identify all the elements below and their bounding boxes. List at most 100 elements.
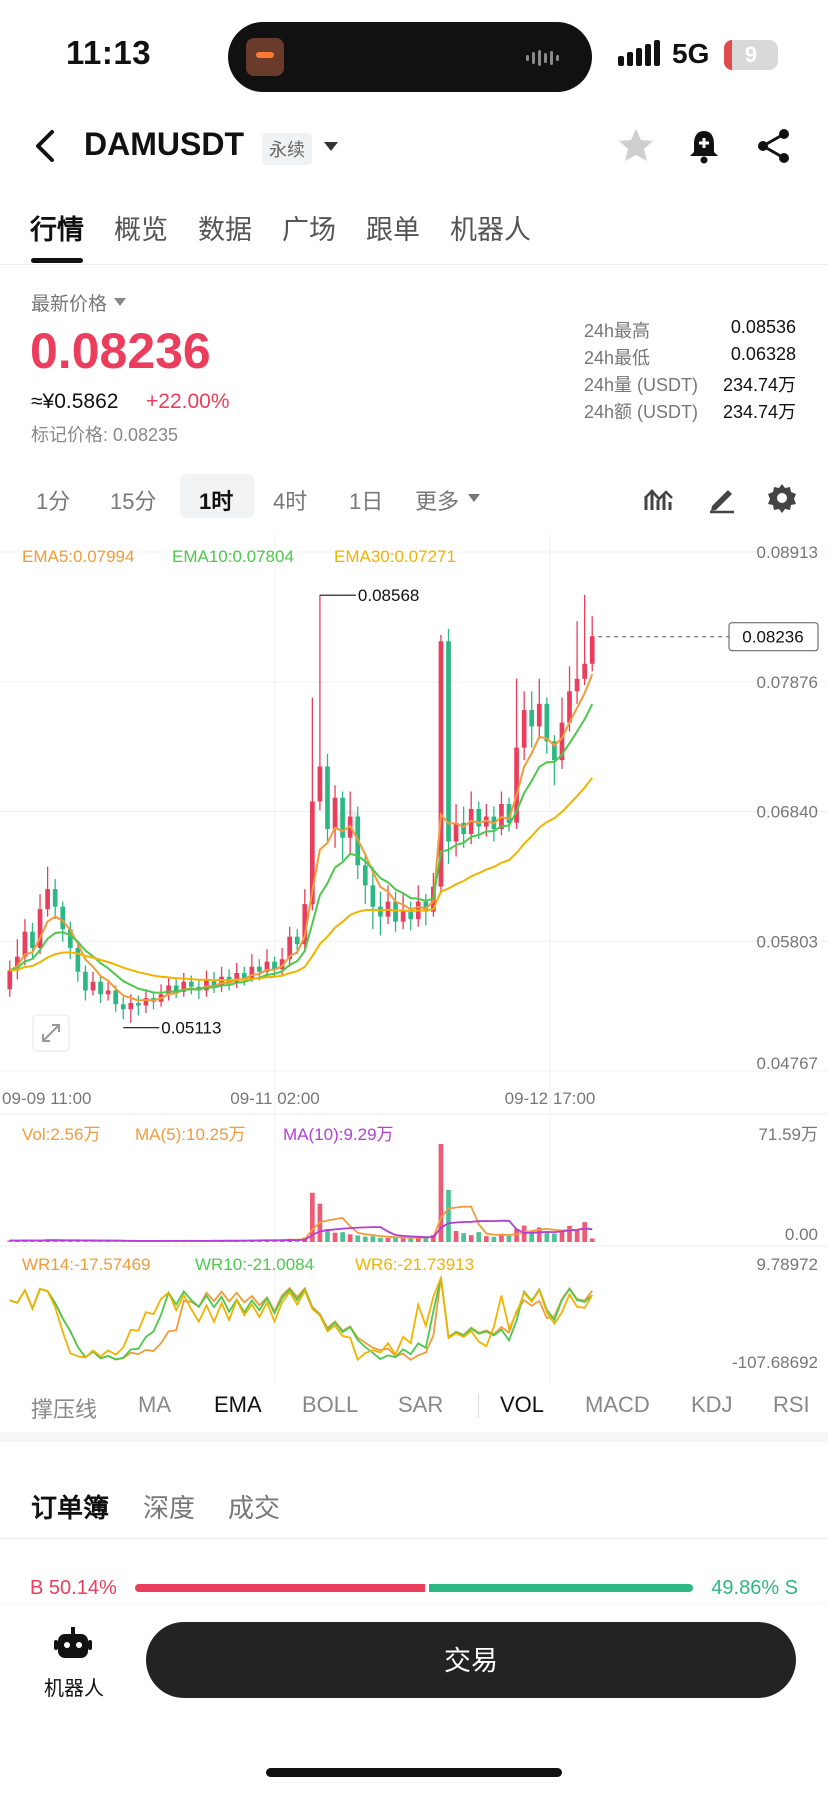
- indicator-boll[interactable]: BOLL: [302, 1392, 358, 1418]
- ema-line: [9, 703, 594, 994]
- mark-price: 标记价格: 0.08235: [31, 425, 179, 445]
- candle-body: [438, 641, 444, 887]
- dynamic-island: [228, 22, 592, 92]
- candle-body: [325, 766, 330, 830]
- tab-bot[interactable]: 机器人: [450, 208, 531, 247]
- tab-overview[interactable]: 概览: [114, 208, 168, 247]
- time-axis-tick: 09-09 11:00: [2, 1089, 91, 1108]
- tab-data[interactable]: 数据: [198, 208, 252, 247]
- interval-4h[interactable]: 4时: [273, 484, 307, 516]
- time-axis-tick: 09-11 02:00: [230, 1089, 319, 1108]
- volume-bar: [400, 1238, 406, 1242]
- kline-chart-area[interactable]: GEMA5:0.07994EMA10:0.07804EMA30:0.072710…: [0, 534, 828, 1384]
- candle-body: [113, 990, 119, 1005]
- now-playing-thumbnail: [246, 38, 284, 76]
- indicator-chart-icon[interactable]: [642, 482, 674, 514]
- stat-label-24h-turnover: 24h额 (USDT): [584, 402, 699, 422]
- price-change-percent: +22.00%: [146, 390, 230, 413]
- indicator-ema[interactable]: EMA: [214, 1392, 262, 1418]
- last-price-label[interactable]: 最新价格: [31, 289, 107, 316]
- volume-axis-tick: 71.59万: [758, 1125, 818, 1144]
- candle-body: [582, 663, 587, 679]
- tab-trades[interactable]: 成交: [228, 1488, 280, 1525]
- favorite-star-icon[interactable]: [616, 126, 656, 166]
- indicator-support-resistance[interactable]: 撑压线: [31, 1392, 97, 1424]
- robot-icon[interactable]: [54, 1626, 92, 1662]
- ema-legend: EMA5:0.07994: [22, 547, 134, 566]
- wr-legend: WR10:-21.0084: [195, 1255, 314, 1274]
- chart-settings-gear-icon[interactable]: [766, 482, 798, 514]
- volume-bar: [370, 1236, 376, 1242]
- symbol-title[interactable]: DAMUSDT: [84, 126, 244, 163]
- volume-bar: [355, 1235, 361, 1242]
- ema-line: [9, 673, 594, 1002]
- price-axis-tick: 0.08913: [757, 543, 818, 562]
- wr-line: [9, 1274, 593, 1362]
- stat-label-24h-volume: 24h量 (USDT): [584, 375, 699, 395]
- stat-label-24h-high: 24h最高: [584, 321, 651, 341]
- last-price-dropdown-icon[interactable]: [114, 298, 126, 306]
- volume-bar: [347, 1234, 353, 1242]
- signal-icon: [618, 40, 660, 66]
- tab-copy-trading[interactable]: 跟单: [366, 208, 420, 247]
- symbol-dropdown-icon[interactable]: [324, 142, 338, 151]
- interval-1h[interactable]: 1时: [199, 484, 233, 516]
- candle-body: [544, 703, 550, 742]
- price-axis-tick: 0.06840: [757, 803, 818, 822]
- volume-bar: [453, 1231, 459, 1242]
- tab-square[interactable]: 广场: [282, 208, 336, 247]
- volume-bar: [332, 1232, 338, 1242]
- indicator-rsi[interactable]: RSI: [773, 1392, 810, 1418]
- price-axis-tick: 0.04767: [757, 1054, 818, 1073]
- volume-ma-line: [9, 1205, 593, 1242]
- stat-value-24h-high: 0.08536: [730, 317, 796, 337]
- network-type: 5G: [672, 38, 710, 69]
- wr-axis-tick: 9.78972: [757, 1255, 818, 1274]
- tab-depth[interactable]: 深度: [143, 1488, 195, 1525]
- volume-bar: [461, 1233, 466, 1242]
- candle-body: [521, 710, 527, 748]
- candle-body: [22, 931, 28, 957]
- orderbook-divider: [0, 1538, 828, 1539]
- indicator-sar[interactable]: SAR: [398, 1392, 443, 1418]
- interval-more[interactable]: 更多: [415, 484, 459, 516]
- volume-ma-line: [9, 1219, 593, 1242]
- tab-orderbook[interactable]: 订单簿: [31, 1488, 109, 1525]
- last-price: 0.08236: [30, 323, 211, 379]
- share-icon[interactable]: [754, 126, 794, 166]
- battery-indicator: 9: [724, 40, 778, 70]
- indicator-vol[interactable]: VOL: [500, 1392, 544, 1418]
- volume-bar: [567, 1225, 572, 1242]
- candle-body: [128, 1003, 134, 1010]
- interval-15m[interactable]: 15分: [110, 484, 156, 516]
- candle-body: [90, 981, 96, 991]
- candle-body: [105, 990, 111, 995]
- trade-button[interactable]: 交易: [146, 1622, 796, 1698]
- low-price-label: 0.05113: [161, 1019, 221, 1038]
- candle-body: [317, 766, 323, 802]
- candle-body: [30, 931, 35, 948]
- indicator-ma[interactable]: MA: [138, 1392, 171, 1418]
- draw-pencil-icon[interactable]: [706, 482, 738, 514]
- interval-1d[interactable]: 1日: [349, 484, 383, 516]
- candle-body: [294, 936, 300, 945]
- back-arrow-icon[interactable]: [30, 126, 60, 166]
- active-tab-underline: [31, 258, 83, 263]
- volume-legend: Vol:2.56万: [22, 1125, 100, 1144]
- indicator-macd[interactable]: MACD: [585, 1392, 650, 1418]
- volume-bar: [340, 1232, 345, 1242]
- indicator-kdj[interactable]: KDJ: [691, 1392, 733, 1418]
- price-axis-tick: 0.07876: [757, 673, 818, 692]
- tab-market[interactable]: 行情: [30, 208, 84, 247]
- wr-legend: WR6:-21.73913: [355, 1255, 474, 1274]
- interval-1m[interactable]: 1分: [36, 484, 70, 516]
- candle-body: [393, 901, 398, 922]
- candle-body: [476, 808, 482, 827]
- candle-body: [7, 970, 13, 990]
- volume-legend: MA(5):10.25万: [135, 1125, 246, 1144]
- wr-line: [9, 1277, 593, 1361]
- price-alert-bell-icon[interactable]: [684, 126, 724, 166]
- candle-body: [120, 1004, 126, 1010]
- more-dropdown-icon[interactable]: [468, 494, 480, 502]
- robot-label[interactable]: 机器人: [44, 1672, 104, 1701]
